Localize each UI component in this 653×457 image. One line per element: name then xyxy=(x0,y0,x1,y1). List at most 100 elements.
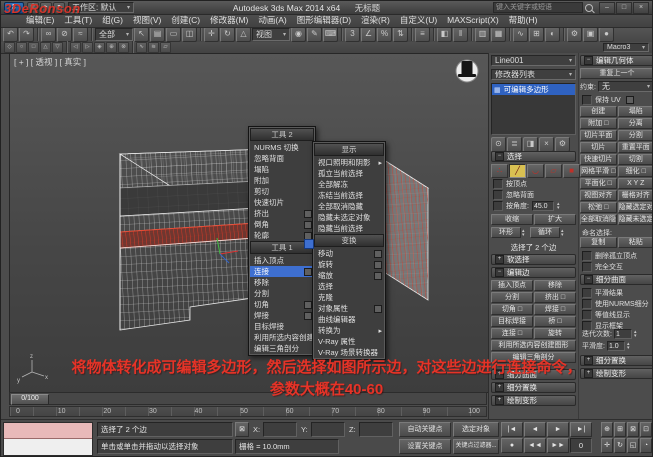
panel-button[interactable]: 重置平面 xyxy=(618,142,653,153)
quad-menu-item[interactable]: 全部解冻 xyxy=(314,179,384,190)
listener-script-row[interactable] xyxy=(4,439,92,455)
rollout-subdivision-surface[interactable]: − 细分曲面 xyxy=(580,274,653,285)
quad-menu-item[interactable]: NURMS 切换 xyxy=(250,142,314,153)
extra-toolbar-button[interactable]: ⊕ xyxy=(106,42,117,53)
quad-menu-item[interactable]: 插入顶点 xyxy=(250,255,314,266)
quad-menu-item[interactable]: 分割 xyxy=(250,288,314,299)
app-menu-button[interactable]: 3 xyxy=(4,2,24,14)
bind-spacewarp-icon[interactable]: ≈ xyxy=(73,27,88,42)
panel-button[interactable]: 细化 □ xyxy=(618,166,653,177)
panel-button[interactable]: 挤出 □ xyxy=(534,292,576,303)
quad-menu-item[interactable]: 对象属性 xyxy=(314,303,384,314)
schematic-view-icon[interactable]: ⊞ xyxy=(529,27,544,42)
panel-button[interactable]: 连接 □ xyxy=(491,328,533,339)
polygon-mode-icon[interactable]: ▱ xyxy=(545,164,562,178)
timeline-ruler[interactable]: 0102030405060708090100 xyxy=(9,406,487,417)
viewport-label[interactable]: [ + ] [ 透视 ] [ 真实 ] xyxy=(14,56,86,68)
quad-menu-item[interactable]: 冻结当前选择 xyxy=(314,190,384,201)
angle-snap-icon[interactable]: ∠ xyxy=(361,27,376,42)
panel-button[interactable]: X Y Z xyxy=(618,178,653,189)
extra-toolbar-button[interactable]: ○ xyxy=(16,42,27,53)
checkbox[interactable] xyxy=(582,95,592,105)
play-icon[interactable]: ► xyxy=(547,422,569,437)
rect-selection-region-icon[interactable]: ▭ xyxy=(166,27,181,42)
rollout-edit-edges[interactable]: − 编辑边 xyxy=(491,267,576,278)
lock-selection-button[interactable]: ⊠ xyxy=(235,422,249,437)
render-frame-icon[interactable]: ▣ xyxy=(583,27,598,42)
redo-icon[interactable]: ↷ xyxy=(19,27,34,42)
extra-toolbar-button[interactable]: ▱ xyxy=(160,42,171,53)
settings-box-icon[interactable] xyxy=(304,312,312,320)
quad-menu-item[interactable]: 隐藏当前选择 xyxy=(314,223,384,234)
spinner[interactable] xyxy=(522,228,529,238)
quad-menu-item[interactable]: 移除 xyxy=(250,277,314,288)
ring-button[interactable]: 环形 xyxy=(491,227,521,238)
panel-button[interactable]: 分割 xyxy=(491,292,533,303)
panel-button[interactable]: 编辑三角剖分 xyxy=(491,352,576,363)
menu-item[interactable]: 视图(V) xyxy=(128,14,166,27)
settings-box-icon[interactable] xyxy=(374,305,382,313)
zoom-all-icon[interactable]: ⊞ xyxy=(614,422,626,437)
reference-coordsys-dropdown[interactable]: 视图▾ xyxy=(252,28,290,41)
quad-menu-item[interactable]: 忽略背面 xyxy=(250,153,314,164)
auto-key-button[interactable]: 自动关键点 xyxy=(399,422,451,437)
quad-menu-item[interactable]: 连接 xyxy=(250,266,314,277)
object-name-dropdown[interactable]: Line001 ▾ xyxy=(491,55,576,66)
select-manipulate-icon[interactable]: ✎ xyxy=(307,27,322,42)
layer-manager-icon[interactable]: ▥ xyxy=(475,27,490,42)
go-to-start-icon[interactable]: |◄ xyxy=(501,422,523,437)
material-editor-icon[interactable]: ◐ xyxy=(545,27,560,42)
quad-menu-item[interactable]: 塌陷 xyxy=(250,164,314,175)
checkbox[interactable] xyxy=(582,310,592,320)
align-icon[interactable]: ‖ xyxy=(453,27,468,42)
spinner[interactable] xyxy=(627,341,634,351)
panel-button[interactable]: 切角 □ xyxy=(491,304,533,315)
extra-toolbar-button[interactable]: ◁ xyxy=(70,42,81,53)
checkbox[interactable] xyxy=(582,262,592,272)
quad-menu-item[interactable]: 视口照明和阴影▸ xyxy=(314,157,384,168)
orbit-icon[interactable]: ↻ xyxy=(614,438,626,453)
coord-z-field[interactable] xyxy=(359,422,393,437)
quad-menu-item[interactable]: V-Ray 场景转换器 xyxy=(314,347,384,358)
checkbox[interactable] xyxy=(493,179,503,189)
quad-menu-item[interactable]: 转换为▸ xyxy=(314,325,384,336)
panel-button[interactable]: 移除 xyxy=(534,280,576,291)
quad-menu-item[interactable]: 附加 xyxy=(250,175,314,186)
undo-icon[interactable]: ↶ xyxy=(3,27,18,42)
extra-toolbar-button[interactable]: ◇ xyxy=(4,42,15,53)
coord-x-field[interactable] xyxy=(263,422,297,437)
quad-menu-item[interactable]: 目标焊接 xyxy=(250,321,314,332)
zoom-icon[interactable]: ⊕ xyxy=(601,422,613,437)
key-filters-button[interactable]: 关键点过滤器... xyxy=(453,439,499,454)
grow-button[interactable]: 扩大 xyxy=(534,214,576,225)
coord-y-field[interactable] xyxy=(311,422,345,437)
menu-item[interactable]: 创建(C) xyxy=(166,14,205,27)
quad-menu-item[interactable]: 选择 xyxy=(314,281,384,292)
menu-item[interactable]: 动画(A) xyxy=(253,14,291,27)
panel-button[interactable]: 旋转 xyxy=(534,328,576,339)
quad-menu-item[interactable]: 移动 xyxy=(314,248,384,259)
select-by-name-icon[interactable]: ▤ xyxy=(150,27,165,42)
previous-frame-icon[interactable]: ◄ xyxy=(524,422,546,437)
quad-menu-item[interactable]: 编辑三角剖分 xyxy=(250,343,314,354)
macro-dropdown[interactable]: Macro3▾ xyxy=(603,43,649,52)
menu-item[interactable]: 编辑(E) xyxy=(21,14,59,27)
remove-modifier-icon[interactable]: × xyxy=(539,137,554,152)
named-selection-sets-icon[interactable]: ≡ xyxy=(415,27,430,42)
panel-button[interactable]: 塌陷 xyxy=(618,106,653,117)
panel-button[interactable]: 利用所选内容创建图形 xyxy=(491,340,576,351)
key-mode-icon[interactable]: ● xyxy=(501,438,523,453)
search-icon[interactable] xyxy=(585,4,593,12)
quad-menu-item[interactable]: 焊接 xyxy=(250,310,314,321)
quad-menu-item[interactable]: 孤立当前选择 xyxy=(314,168,384,179)
panel-button[interactable]: 隐藏未选定对象 xyxy=(618,214,653,225)
settings-box-icon[interactable] xyxy=(304,210,312,218)
extra-toolbar-button[interactable]: □ xyxy=(28,42,39,53)
menu-item[interactable]: 自定义(U) xyxy=(395,14,442,27)
close-button[interactable]: × xyxy=(633,2,649,14)
render-icon[interactable]: ● xyxy=(599,27,614,42)
panel-button[interactable]: 栅格对齐 xyxy=(618,190,653,201)
extra-toolbar-button[interactable]: ▷ xyxy=(82,42,93,53)
panel-button[interactable]: 快速切片 xyxy=(580,154,617,165)
settings-box-icon[interactable] xyxy=(626,96,634,104)
